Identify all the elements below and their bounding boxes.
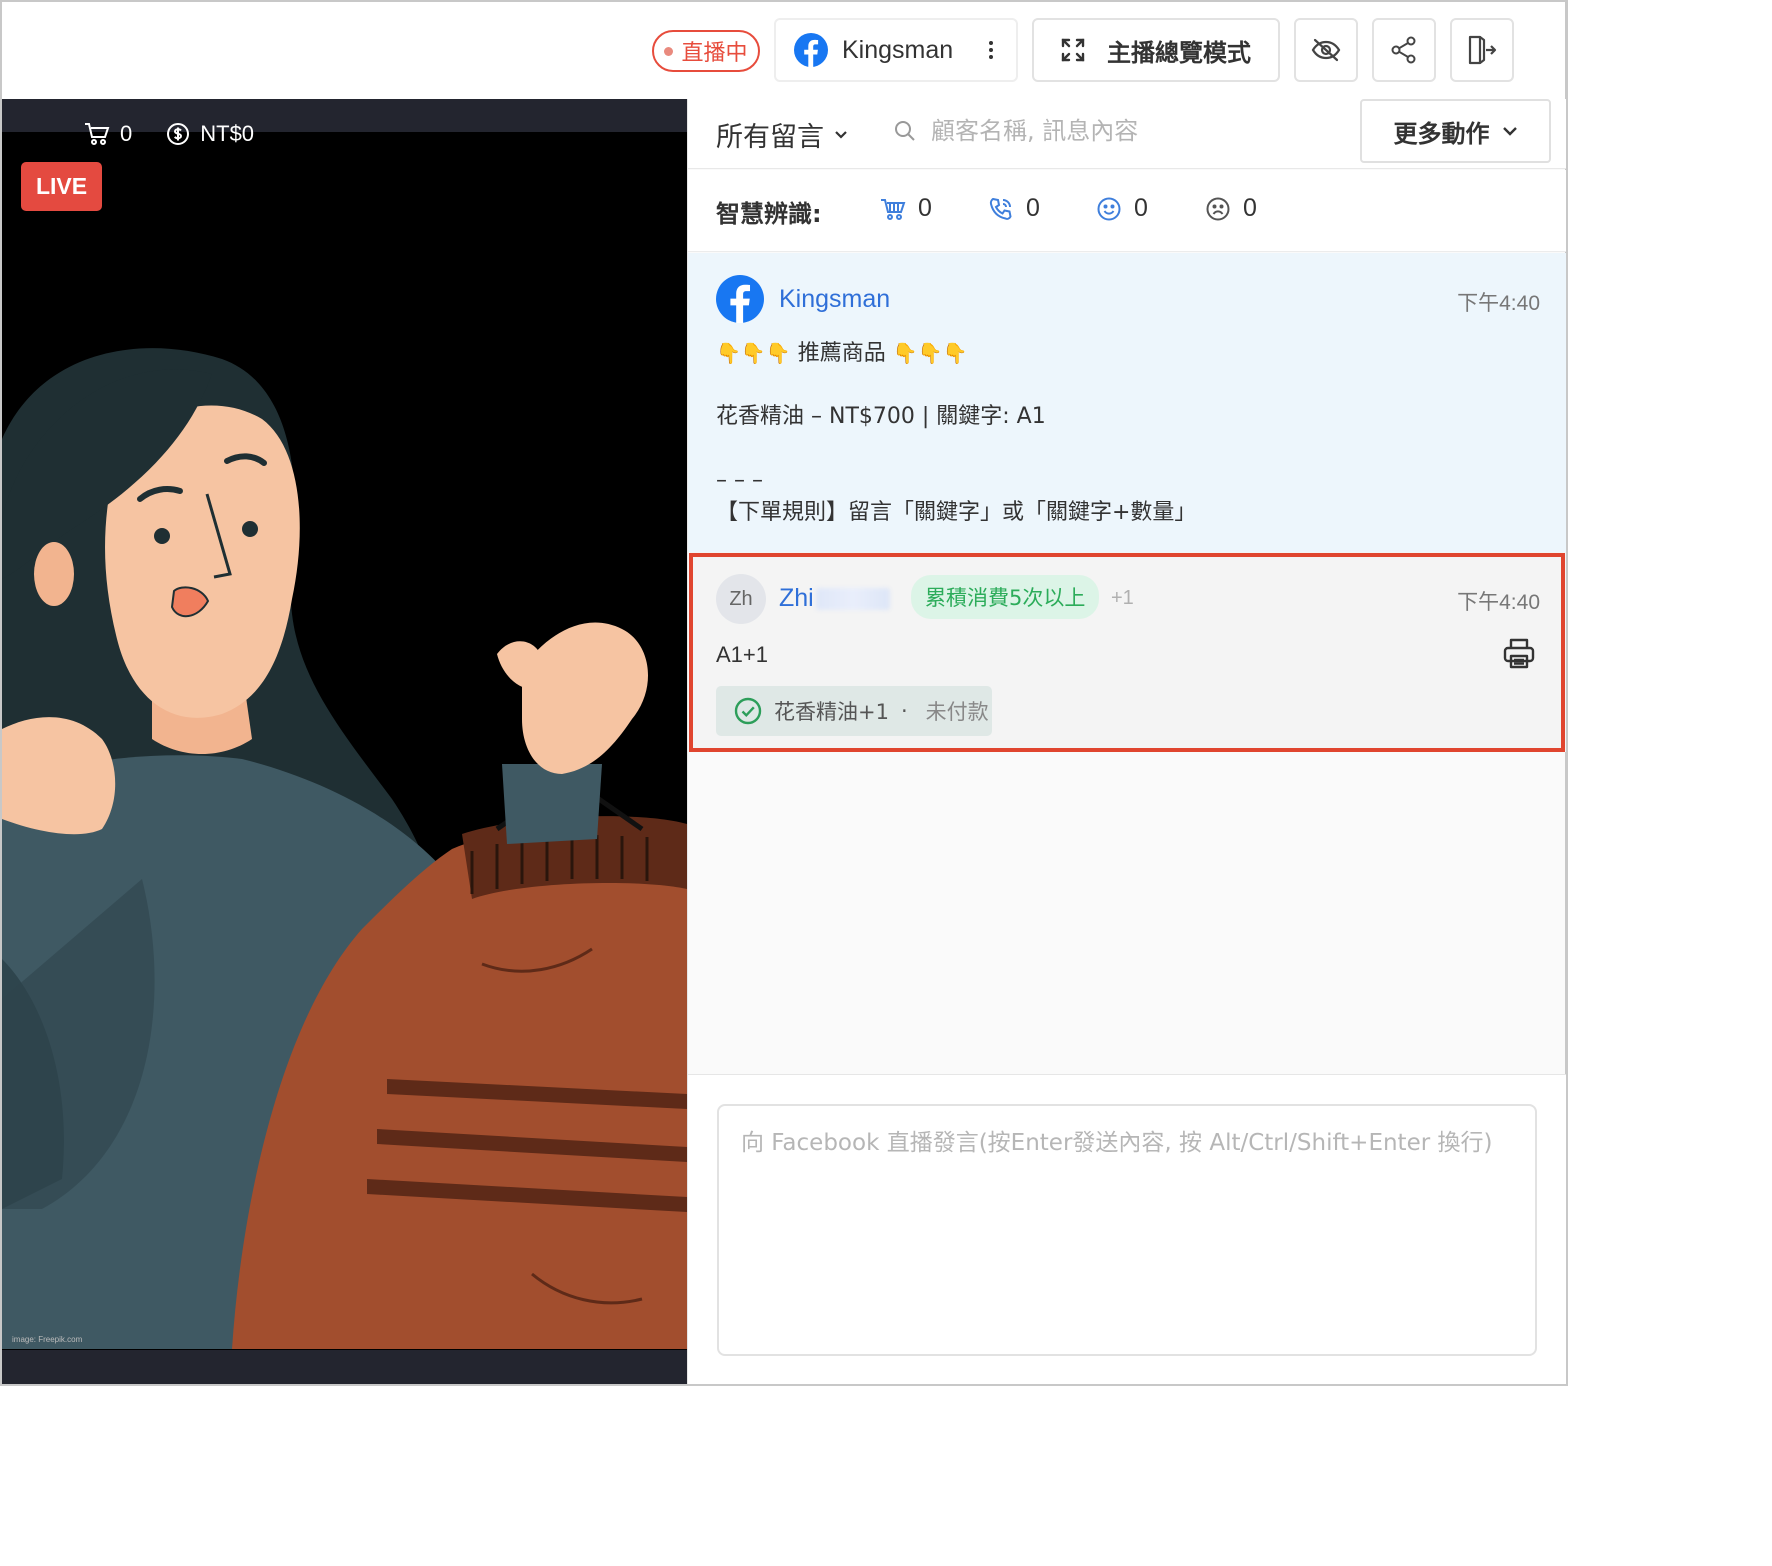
point-down-emoji-icon: 👇👇👇 <box>892 341 968 365</box>
order-status: 未付款 <box>925 700 989 724</box>
cart-count: 0 <box>120 121 133 146</box>
pinned-line-1-text: 推薦商品 <box>797 341 886 366</box>
smart-count-negative: 0 <box>1243 194 1257 222</box>
cart-icon <box>881 198 906 220</box>
kebab-icon[interactable] <box>989 41 994 59</box>
sales-amount: NT$0 <box>200 121 255 146</box>
search-box <box>893 117 1231 145</box>
avatar: Zh <box>716 574 766 624</box>
live-badge: LIVE <box>21 162 102 211</box>
comment-author-name: Zhi <box>779 584 814 612</box>
more-actions-button[interactable]: 更多動作 <box>1360 99 1551 163</box>
comment-author[interactable]: Kingsman <box>779 285 890 314</box>
point-down-emoji-icon: 👇👇👇 <box>716 341 791 365</box>
exit-button[interactable] <box>1450 18 1514 82</box>
printer-icon <box>1503 638 1535 669</box>
all-comments-dropdown[interactable]: 所有留言 <box>716 115 848 154</box>
fullscreen-icon <box>1061 38 1085 62</box>
facebook-icon <box>794 33 828 67</box>
dollar-icon <box>167 123 190 145</box>
live-status-label: 直播中 <box>681 41 748 66</box>
smart-count-cart: 0 <box>918 194 932 222</box>
customer-comment[interactable]: Zh Zhi 累積消費5次以上 +1 下午4:40 A1+1 花香精油+1 · … <box>690 552 1566 752</box>
smart-count-positive: 0 <box>1134 194 1148 222</box>
top-bar: 直播中 Kingsman 主播總覽模式 <box>2 2 1565 99</box>
smile-icon <box>1097 197 1121 220</box>
comment-body: 👇👇👇 推薦商品 👇👇👇 花香精油 – NT$700 | 關鍵字: A1 – –… <box>716 337 1536 529</box>
composer-area <box>688 1074 1566 1384</box>
more-actions-label: 更多動作 <box>1393 119 1490 148</box>
live-video-panel: 0 NT$0 LIVE image: Freepik.com <box>2 99 687 1384</box>
pinned-line-2: 花香精油 – NT$700 | 關鍵字: A1 <box>716 404 1046 429</box>
all-comments-label: 所有留言 <box>716 122 824 153</box>
host-overview-mode-label: 主播總覽模式 <box>1107 38 1251 67</box>
cart-icon <box>85 123 110 145</box>
smart-detect-label: 智慧辨識: <box>716 200 822 228</box>
exit-icon <box>1468 35 1497 65</box>
host-illustration <box>2 348 687 1349</box>
smart-filter-positive[interactable]: 0 <box>1096 194 1148 223</box>
image-credit: image: Freepik.com <box>12 1335 83 1344</box>
pinned-line-1: 👇👇👇 推薦商品 👇👇👇 <box>716 337 1536 369</box>
live-status-pill: 直播中 <box>652 30 760 72</box>
pinned-line-4: 【下單規則】留言「關鍵字」或「關鍵字+數量」 <box>716 500 1197 525</box>
filter-bar: 所有留言 更多動作 <box>688 99 1566 169</box>
pinned-page-comment: Kingsman 下午4:40 👇👇👇 推薦商品 👇👇👇 花香精油 – NT$7… <box>688 253 1566 552</box>
comment-author[interactable]: Zhi <box>779 584 890 613</box>
chevron-down-icon <box>835 130 847 139</box>
host-overview-mode-button[interactable]: 主播總覽模式 <box>1032 18 1280 82</box>
smart-filter-phone[interactable]: 0 <box>988 194 1040 223</box>
order-chip[interactable]: 花香精油+1 · 未付款 <box>716 686 992 736</box>
live-comment-composer[interactable] <box>717 1104 1537 1356</box>
eye-off-icon <box>1311 38 1341 62</box>
live-dot-icon <box>664 46 674 56</box>
order-separator: · <box>900 699 908 723</box>
pinned-line-3: – – – <box>716 468 763 493</box>
redacted-name-blur <box>815 587 890 610</box>
customer-tag-badge: 累積消費5次以上 <box>911 575 1100 619</box>
page-selector-button[interactable]: Kingsman <box>774 18 1018 82</box>
page-name: Kingsman <box>842 35 954 64</box>
facebook-icon <box>716 275 764 323</box>
smart-count-phone: 0 <box>1026 194 1040 222</box>
smart-detect-bar: 智慧辨識: 0 0 0 0 <box>688 170 1566 252</box>
comment-time: 下午4:40 <box>1457 591 1540 614</box>
share-icon <box>1391 36 1416 64</box>
check-circle-icon <box>734 697 762 725</box>
sad-icon <box>1206 197 1230 220</box>
phone-icon <box>989 197 1012 220</box>
smart-filter-negative[interactable]: 0 <box>1205 194 1257 223</box>
search-icon <box>895 121 915 141</box>
hide-comments-button[interactable] <box>1294 18 1358 82</box>
more-tags-count[interactable]: +1 <box>1111 587 1134 610</box>
smart-filter-cart[interactable]: 0 <box>880 194 932 223</box>
comments-panel: 所有留言 更多動作 智慧辨識: 0 0 <box>687 99 1566 1384</box>
chevron-down-icon <box>1502 127 1517 136</box>
order-item: 花香精油+1 <box>774 700 889 724</box>
comment-text: A1+1 <box>716 642 768 667</box>
video-stats: 0 NT$0 <box>84 121 254 147</box>
search-input[interactable] <box>931 117 1231 145</box>
print-button[interactable] <box>1502 636 1536 675</box>
video-bottom-strip <box>2 1350 687 1384</box>
share-button[interactable] <box>1372 18 1436 82</box>
comment-time: 下午4:40 <box>1457 292 1540 315</box>
